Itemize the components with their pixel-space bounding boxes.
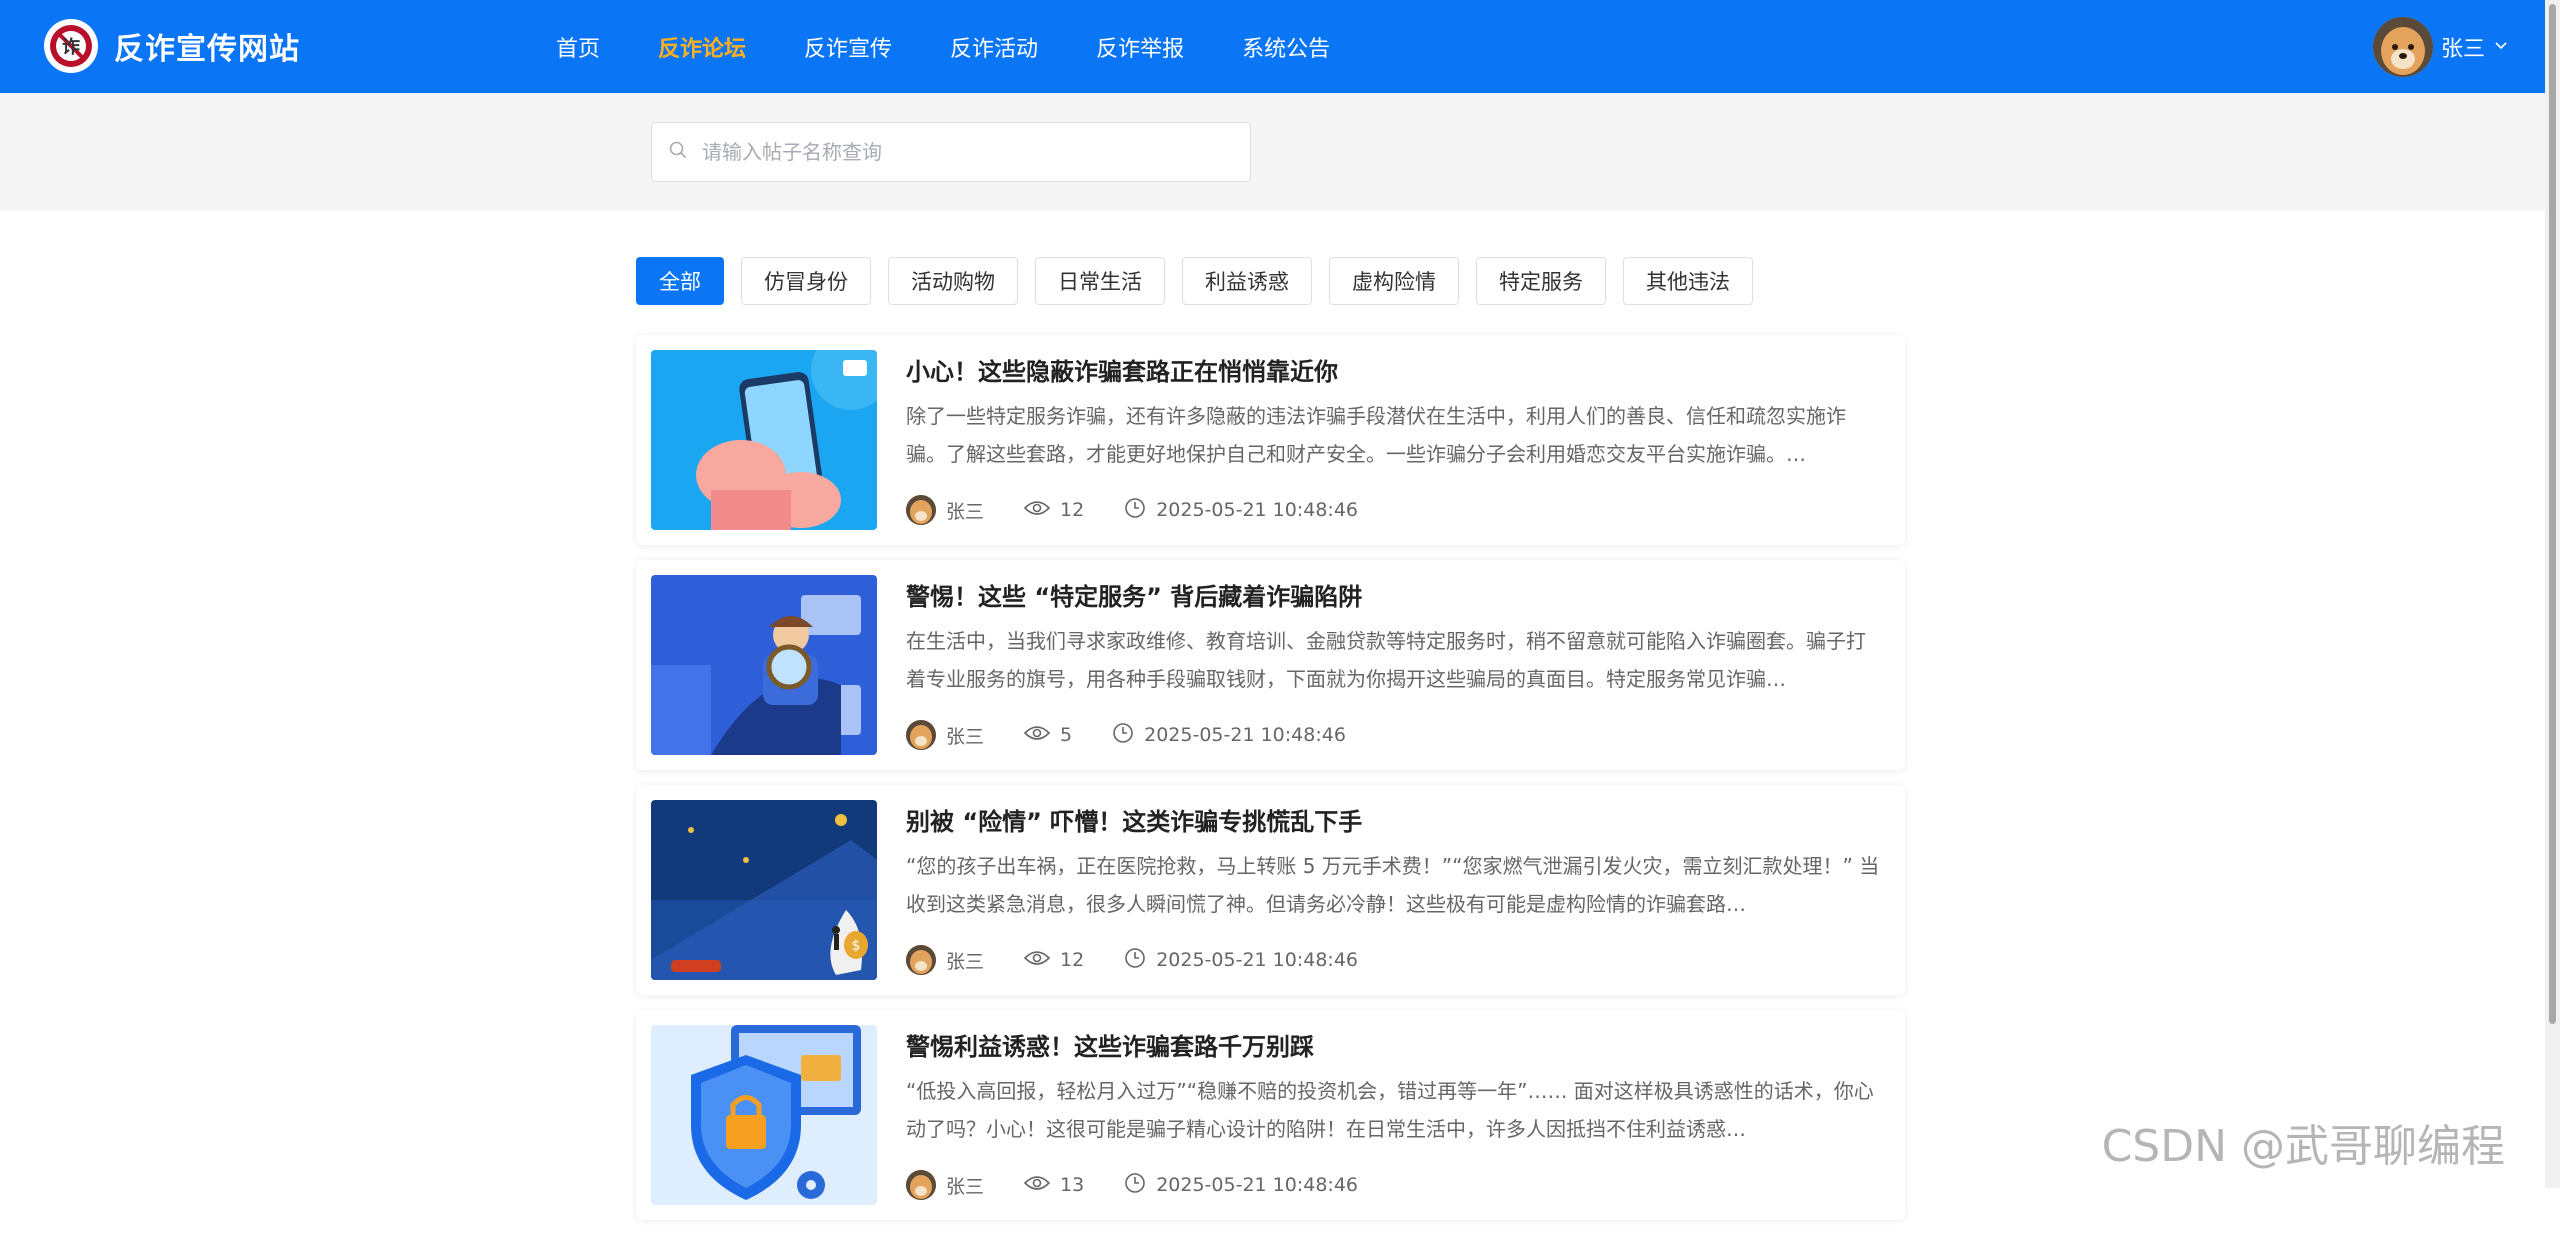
site-logo-icon: 诈 bbox=[44, 19, 98, 73]
post-thumbnail[interactable] bbox=[651, 575, 877, 755]
post-card[interactable]: 小心！这些隐蔽诈骗套路正在悄悄靠近你 除了一些特定服务诈骗，还有许多隐蔽的违法诈… bbox=[636, 335, 1905, 545]
category-other[interactable]: 其他违法 bbox=[1623, 257, 1753, 305]
svg-text:$: $ bbox=[852, 938, 861, 954]
post-time: 2025-05-21 10:48:46 bbox=[1156, 949, 1358, 971]
search-icon bbox=[668, 140, 688, 164]
main-nav: 首页 反诈论坛 反诈宣传 反诈活动 反诈举报 系统公告 bbox=[556, 0, 1388, 93]
category-fake-emergency[interactable]: 虚构险情 bbox=[1329, 257, 1459, 305]
svg-text:诈: 诈 bbox=[62, 37, 80, 58]
watermark: CSDN @武哥聊编程 bbox=[2102, 1110, 2505, 1174]
post-meta: 张三 5 2025-05-21 10:48:46 bbox=[906, 720, 1386, 750]
post-thumbnail[interactable]: $ bbox=[651, 800, 877, 980]
nav-activities[interactable]: 反诈活动 bbox=[950, 31, 1038, 63]
post-views: 12 bbox=[1060, 499, 1084, 521]
nav-forum[interactable]: 反诈论坛 bbox=[658, 31, 746, 63]
eye-icon bbox=[1024, 499, 1050, 522]
post-time: 2025-05-21 10:48:46 bbox=[1156, 1174, 1358, 1196]
top-header: 诈 反诈宣传网站 首页 反诈论坛 反诈宣传 反诈活动 反诈举报 系统公告 张三 bbox=[0, 0, 2545, 93]
user-menu[interactable]: 张三 bbox=[2373, 17, 2509, 77]
post-summary: “您的孩子出车祸，正在医院抢救，马上转账 5 万元手术费！”“您家燃气泄漏引发火… bbox=[906, 847, 1884, 923]
post-card[interactable]: $ 别被 “险情” 吓懵！这类诈骗专挑慌乱下手 “您的孩子出车祸，正在医院抢救，… bbox=[636, 785, 1905, 995]
clock-icon bbox=[1124, 497, 1146, 524]
post-summary: 在生活中，当我们寻求家政维修、教育培训、金融贷款等特定服务时，稍不留意就可能陷入… bbox=[906, 622, 1884, 698]
category-filter: 全部 仿冒身份 活动购物 日常生活 利益诱惑 虚构险情 特定服务 其他违法 bbox=[636, 257, 1753, 305]
post-card[interactable]: 警惕！这些 “特定服务” 背后藏着诈骗陷阱 在生活中，当我们寻求家政维修、教育培… bbox=[636, 560, 1905, 770]
post-meta: 张三 12 2025-05-21 10:48:46 bbox=[906, 495, 1398, 525]
post-meta: 张三 13 2025-05-21 10:48:46 bbox=[906, 1170, 1398, 1200]
brand[interactable]: 诈 反诈宣传网站 bbox=[44, 19, 300, 73]
eye-icon bbox=[1024, 949, 1050, 972]
post-author: 张三 bbox=[946, 497, 984, 524]
clock-icon bbox=[1124, 1172, 1146, 1199]
search-input[interactable] bbox=[700, 139, 1220, 165]
nav-publicity[interactable]: 反诈宣传 bbox=[804, 31, 892, 63]
clock-icon bbox=[1112, 722, 1134, 749]
post-views: 13 bbox=[1060, 1174, 1084, 1196]
category-impersonation[interactable]: 仿冒身份 bbox=[741, 257, 871, 305]
post-thumbnail[interactable] bbox=[651, 1025, 877, 1205]
search-band bbox=[0, 93, 2545, 211]
post-views: 5 bbox=[1060, 724, 1072, 746]
post-title[interactable]: 别被 “险情” 吓懵！这类诈骗专挑慌乱下手 bbox=[906, 802, 1362, 837]
search-box[interactable] bbox=[651, 122, 1251, 182]
user-avatar[interactable] bbox=[2373, 17, 2433, 77]
category-all[interactable]: 全部 bbox=[636, 257, 724, 305]
category-daily-life[interactable]: 日常生活 bbox=[1035, 257, 1165, 305]
nav-announcements[interactable]: 系统公告 bbox=[1242, 31, 1330, 63]
eye-icon bbox=[1024, 724, 1050, 747]
post-title[interactable]: 警惕！这些 “特定服务” 背后藏着诈骗陷阱 bbox=[906, 577, 1362, 612]
post-summary: “低投入高回报，轻松月入过万”“稳赚不赔的投资机会，错过再等一年”…… 面对这样… bbox=[906, 1072, 1884, 1148]
category-lure[interactable]: 利益诱惑 bbox=[1182, 257, 1312, 305]
post-author: 张三 bbox=[946, 947, 984, 974]
author-avatar bbox=[906, 495, 936, 525]
post-time: 2025-05-21 10:48:46 bbox=[1156, 499, 1358, 521]
category-special-service[interactable]: 特定服务 bbox=[1476, 257, 1606, 305]
page-scrollbar[interactable] bbox=[2545, 0, 2560, 1188]
post-card[interactable]: 警惕利益诱惑！这些诈骗套路千万别踩 “低投入高回报，轻松月入过万”“稳赚不赔的投… bbox=[636, 1010, 1905, 1220]
author-avatar bbox=[906, 720, 936, 750]
user-name[interactable]: 张三 bbox=[2441, 31, 2485, 63]
post-author: 张三 bbox=[946, 1172, 984, 1199]
clock-icon bbox=[1124, 947, 1146, 974]
chevron-down-icon[interactable] bbox=[2493, 37, 2509, 57]
post-title[interactable]: 警惕利益诱惑！这些诈骗套路千万别踩 bbox=[906, 1027, 1314, 1062]
post-meta: 张三 12 2025-05-21 10:48:46 bbox=[906, 945, 1398, 975]
nav-report[interactable]: 反诈举报 bbox=[1096, 31, 1184, 63]
category-shopping[interactable]: 活动购物 bbox=[888, 257, 1018, 305]
post-thumbnail[interactable] bbox=[651, 350, 877, 530]
scrollbar-thumb[interactable] bbox=[2549, 4, 2556, 1024]
post-views: 12 bbox=[1060, 949, 1084, 971]
post-title[interactable]: 小心！这些隐蔽诈骗套路正在悄悄靠近你 bbox=[906, 352, 1338, 387]
post-author: 张三 bbox=[946, 722, 984, 749]
post-summary: 除了一些特定服务诈骗，还有许多隐蔽的违法诈骗手段潜伏在生活中，利用人们的善良、信… bbox=[906, 397, 1884, 473]
author-avatar bbox=[906, 945, 936, 975]
post-time: 2025-05-21 10:48:46 bbox=[1144, 724, 1346, 746]
nav-home[interactable]: 首页 bbox=[556, 31, 600, 63]
author-avatar bbox=[906, 1170, 936, 1200]
site-title: 反诈宣传网站 bbox=[114, 24, 300, 68]
eye-icon bbox=[1024, 1174, 1050, 1197]
post-list: 小心！这些隐蔽诈骗套路正在悄悄靠近你 除了一些特定服务诈骗，还有许多隐蔽的违法诈… bbox=[636, 335, 1905, 1235]
